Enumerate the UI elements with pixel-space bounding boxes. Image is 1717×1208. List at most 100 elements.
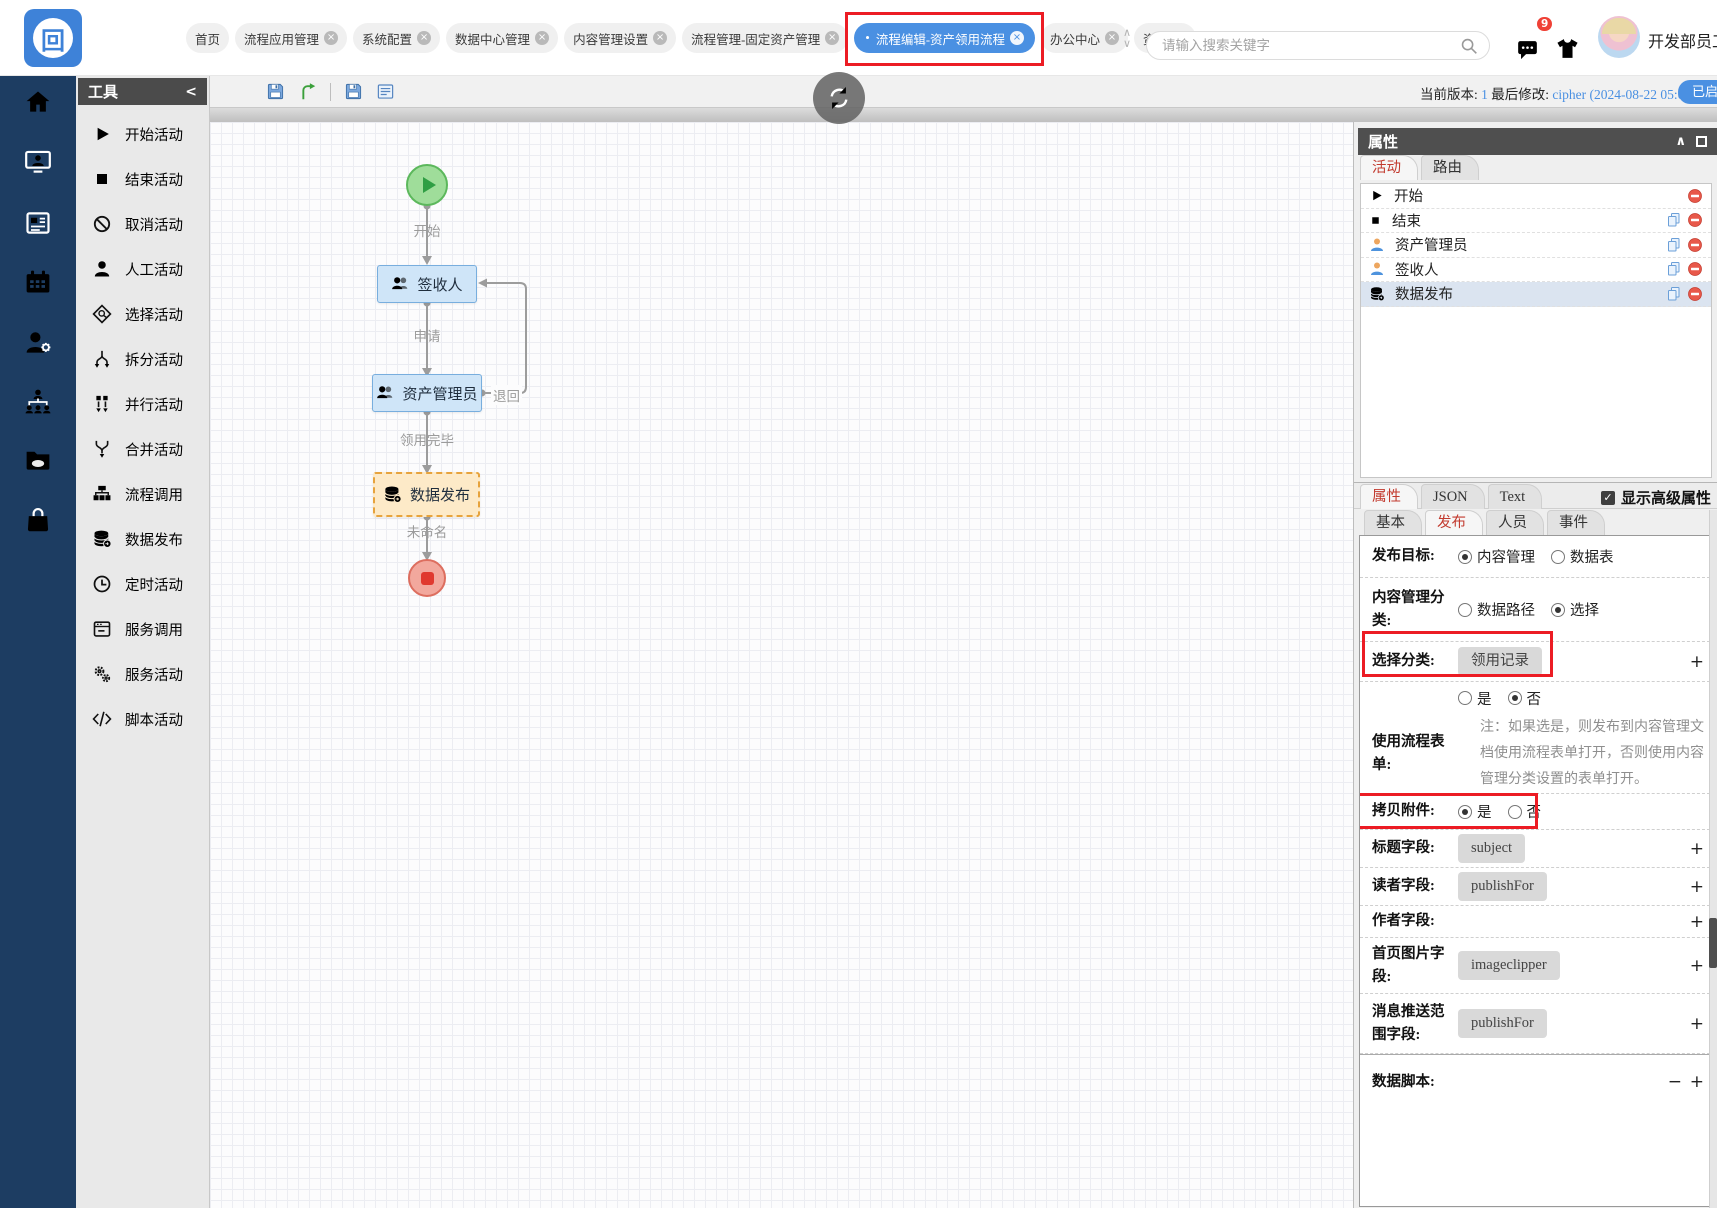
tab-process-app-mgmt[interactable]: 流程应用管理 × [235,23,348,53]
tab-scroll-control[interactable]: ∧ ∨ [1118,27,1136,49]
branch-route-icon[interactable] [298,82,317,101]
radio-icon[interactable] [1458,602,1472,617]
tab-system-config[interactable]: 系统配置 × [353,23,441,53]
remove-icon[interactable]: − [1660,1072,1682,1092]
calendar-icon[interactable] [24,268,52,296]
radio-content-mgmt[interactable]: 内容管理 [1458,546,1535,567]
close-icon[interactable]: × [535,31,550,45]
username[interactable]: 开发部员工 [1648,28,1717,52]
cloud-folder-icon[interactable] [24,446,52,474]
chevron-down-icon[interactable]: ∨ [1118,38,1136,49]
radio-icon[interactable] [1458,691,1472,705]
start-node[interactable] [406,164,448,206]
tool-service-call[interactable]: 服务调用 [76,612,210,646]
delete-icon[interactable] [1687,261,1703,277]
form-list-icon[interactable] [376,82,395,101]
node-receiver[interactable]: 签收人 [377,265,477,303]
status-enabled-button[interactable]: 已启用 [1678,80,1717,104]
activity-row-receiver[interactable]: 签收人 [1361,258,1711,282]
tool-service-activity[interactable]: 服务活动 [76,657,210,691]
save-icon[interactable] [266,82,285,101]
tool-parallel-activity[interactable]: 并行活动 [76,387,210,421]
add-icon[interactable]: + [1682,956,1704,976]
collapse-left-icon[interactable]: < [185,84,197,100]
radio-icon[interactable] [1551,602,1565,617]
radio-yes[interactable]: 是 [1458,801,1492,822]
close-icon[interactable]: × [1009,31,1024,45]
delete-icon[interactable] [1687,188,1703,204]
add-icon[interactable]: + [1682,1072,1704,1092]
radio-icon[interactable] [1507,804,1522,819]
add-icon[interactable]: + [1682,912,1704,932]
delete-icon[interactable] [1687,212,1703,228]
tool-end-activity[interactable]: 结束活动 [76,162,210,196]
refresh-sync-button[interactable] [813,72,865,124]
scrollbar-thumb[interactable] [1709,918,1717,968]
checkbox-checked-icon[interactable]: ✓ [1600,490,1615,505]
workflow-canvas[interactable]: 开始 签收人 申请 资产管理员 退回 领用完毕 数据发布 未命名 [210,122,1353,1208]
home-icon[interactable] [24,88,52,116]
field-chip[interactable]: subject [1458,834,1526,863]
edge-label-start[interactable]: 开始 [397,220,457,240]
field-chip[interactable]: imageclipper [1458,951,1560,980]
copy-icon[interactable] [1666,286,1682,302]
radio-data-table[interactable]: 数据表 [1551,546,1614,567]
app-store-icon[interactable] [24,506,52,534]
add-icon[interactable]: + [1682,1014,1704,1034]
panel-maximize-icon[interactable] [1696,136,1707,147]
tab-json[interactable]: JSON [1421,484,1485,509]
close-icon[interactable]: × [324,31,339,45]
tool-merge-activity[interactable]: 合并活动 [76,432,210,466]
tool-process-call[interactable]: 流程调用 [76,477,210,511]
activity-row-end[interactable]: 结束 [1361,209,1711,233]
tab-activities[interactable]: 活动 [1360,155,1418,180]
edge-label-apply[interactable]: 申请 [397,325,457,345]
news-icon[interactable] [24,209,52,237]
radio-icon[interactable] [1458,549,1472,564]
field-chip[interactable]: publishFor [1458,872,1547,901]
radio-icon[interactable] [1507,691,1522,705]
search-input[interactable] [1146,31,1490,60]
tool-split-activity[interactable]: 拆分活动 [76,342,210,376]
panel-collapse-icon[interactable]: ∧ [1675,134,1686,149]
tab-data-center-mgmt[interactable]: 数据中心管理 × [446,23,559,53]
save-as-icon[interactable] [344,82,363,101]
app-logo[interactable]: 回 [24,9,82,67]
advanced-properties-toggle[interactable]: ✓ 显示高级属性 [1600,487,1711,508]
tab-office-center[interactable]: 办公中心 × [1040,23,1128,53]
activity-row-asset-manager[interactable]: 资产管理员 [1361,233,1711,258]
panel-scrollbar[interactable] [1709,510,1717,1208]
close-icon[interactable]: × [1105,31,1119,45]
search-icon[interactable] [1460,37,1478,55]
copy-icon[interactable] [1666,212,1682,228]
close-icon[interactable]: × [653,31,668,45]
delete-icon[interactable] [1687,237,1703,253]
activity-row-start[interactable]: 开始 [1361,184,1711,209]
tab-publish[interactable]: 发布 [1425,510,1483,535]
tab-routes[interactable]: 路由 [1421,155,1479,180]
tool-cancel-activity[interactable]: 取消活动 [76,207,210,241]
activity-row-data-publish[interactable]: 数据发布 [1361,282,1711,307]
edge-label-unnamed[interactable]: 未命名 [397,521,457,541]
messages-icon[interactable] [1516,39,1539,62]
delete-icon[interactable] [1687,286,1703,302]
tool-script-activity[interactable]: 脚本活动 [76,702,210,736]
edge-label-back[interactable]: 退回 [491,385,522,405]
tab-properties[interactable]: 属性 [1360,484,1418,509]
tab-process-edit-active[interactable]: • 流程编辑-资产领用流程 × [845,12,1044,66]
node-asset-manager[interactable]: 资产管理员 [372,374,482,412]
close-icon[interactable]: × [825,31,840,45]
tab-home[interactable]: 首页 [186,23,230,53]
radio-no[interactable]: 否 [1507,801,1541,822]
radio-no[interactable]: 否 [1507,688,1541,709]
radio-yes[interactable]: 是 [1458,688,1492,709]
tool-data-publish[interactable]: 数据发布 [76,522,210,556]
tab-basic[interactable]: 基本 [1364,510,1422,535]
add-icon[interactable]: + [1682,839,1704,859]
copy-icon[interactable] [1666,261,1682,277]
theme-skin-icon[interactable] [1556,37,1579,60]
tool-manual-activity[interactable]: 人工活动 [76,252,210,286]
close-icon[interactable]: × [417,31,432,45]
radio-select[interactable]: 选择 [1551,599,1599,620]
tab-events[interactable]: 事件 [1547,510,1605,535]
